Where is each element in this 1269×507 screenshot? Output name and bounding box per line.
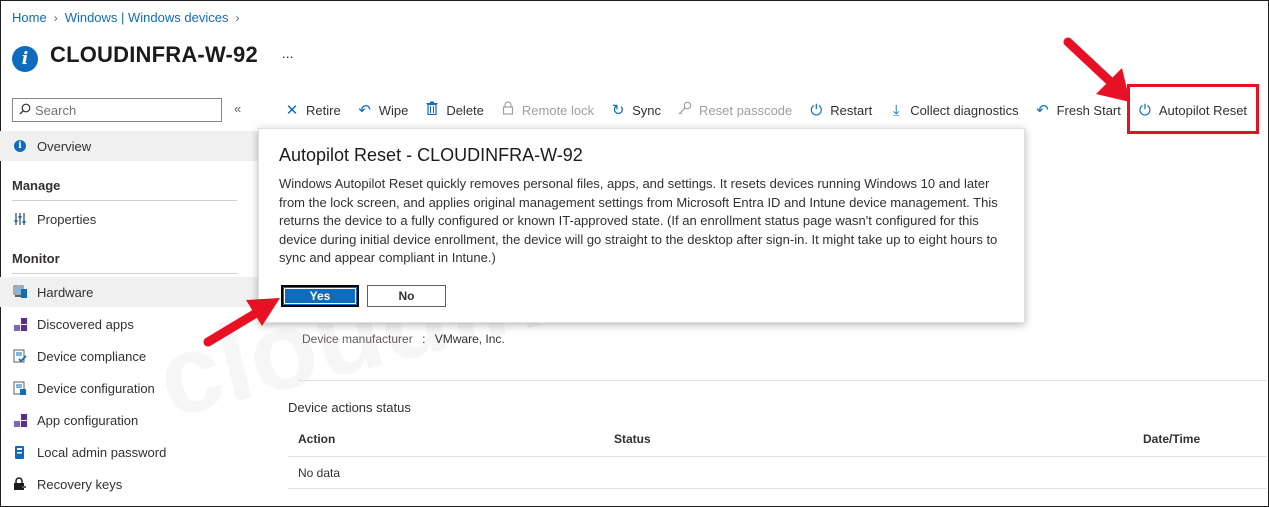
fresh-start-button[interactable]: ↶ Fresh Start (1035, 101, 1121, 119)
chevron-right-icon: › (235, 10, 240, 25)
properties-icon (12, 211, 28, 227)
breadcrumb-windows-devices[interactable]: Windows | Windows devices (65, 10, 229, 25)
undo-icon: ↶ (1036, 102, 1049, 119)
lock-icon (500, 101, 516, 119)
breadcrumb: Home › Windows | Windows devices › (12, 10, 246, 25)
hardware-icon (12, 284, 28, 300)
sidebar-item-overview[interactable]: i Overview (0, 131, 258, 161)
sidebar-item-label: App configuration (37, 412, 139, 428)
compliance-icon (12, 348, 28, 364)
download-icon: ⤓ (892, 101, 900, 119)
restart-button[interactable]: ⏻ Restart (808, 102, 872, 119)
password-icon (12, 444, 28, 460)
sidebar-item-properties[interactable]: Properties (0, 204, 258, 234)
device-manufacturer-row: Device manufacturer : VMware, Inc. (302, 332, 505, 346)
sidebar-item-label: Overview (37, 138, 92, 154)
sidebar-item-discovered-apps[interactable]: Discovered apps (0, 309, 258, 339)
divider (298, 380, 1266, 381)
page-title: CLOUDINFRA-W-92 (50, 42, 258, 67)
title-row: i CLOUDINFRA-W-92 ... (12, 38, 294, 72)
sync-button[interactable]: ↻ Sync (610, 101, 661, 119)
column-header-action[interactable]: Action (298, 432, 335, 446)
delete-label: Delete (446, 102, 484, 118)
key-icon (677, 101, 693, 119)
restart-label: Restart (830, 102, 873, 118)
configuration-icon (12, 380, 28, 396)
no-data-text: No data (298, 466, 341, 480)
undo-icon: ↶ (358, 102, 371, 119)
sync-icon: ↻ (611, 102, 625, 119)
apps-icon (12, 316, 28, 332)
section-manage: Manage (12, 178, 61, 193)
divider (12, 273, 237, 274)
search-icon (19, 103, 31, 118)
no-button[interactable]: No (367, 285, 446, 307)
command-bar: ✕ Retire ↶ Wipe Delete Remote lock ↻ Syn… (284, 96, 1263, 124)
collect-diagnostics-label: Collect diagnostics (910, 102, 1019, 118)
app-config-icon (12, 412, 28, 428)
sidebar-item-label: Device compliance (37, 348, 147, 364)
wipe-button[interactable]: ↶ Wipe (357, 101, 409, 119)
device-manufacturer-value: VMware, Inc. (434, 332, 505, 346)
retire-label: Retire (306, 102, 341, 118)
sidebar-item-label: Recovery keys (37, 476, 123, 492)
yes-button[interactable]: Yes (281, 285, 359, 307)
sync-label: Sync (632, 102, 662, 118)
sidebar-item-local-admin-password[interactable]: Local admin password (0, 437, 258, 467)
sidebar-item-label: Discovered apps (37, 316, 134, 332)
divider (288, 456, 1266, 457)
remote-lock-button[interactable]: Remote lock (500, 101, 594, 119)
device-manufacturer-label: Device manufacturer (302, 332, 413, 346)
collapse-sidebar-button[interactable]: « (234, 101, 241, 116)
device-actions-status-heading: Device actions status (288, 400, 411, 415)
separator: : (422, 332, 426, 346)
column-header-datetime[interactable]: Date/Time (1143, 432, 1200, 446)
trash-icon (424, 101, 440, 119)
delete-button[interactable]: Delete (424, 101, 484, 119)
lock-icon (12, 476, 28, 492)
sidebar-item-device-compliance[interactable]: Device compliance (0, 341, 258, 371)
chevron-right-icon: › (53, 10, 58, 25)
search-input[interactable] (35, 102, 205, 118)
section-monitor: Monitor (12, 251, 60, 266)
close-icon: ✕ (285, 102, 299, 119)
sidebar-item-label: Properties (37, 211, 97, 227)
sidebar-item-device-configuration[interactable]: Device configuration (0, 373, 258, 403)
sidebar-item-hardware[interactable]: Hardware (0, 277, 258, 307)
autopilot-reset-dialog: Autopilot Reset - CLOUDINFRA-W-92 Window… (258, 128, 1025, 323)
remote-lock-label: Remote lock (521, 102, 595, 118)
sidebar-item-recovery-keys[interactable]: Recovery keys (0, 469, 258, 499)
highlight-box (1127, 84, 1259, 134)
dialog-title: Autopilot Reset - CLOUDINFRA-W-92 (279, 145, 583, 165)
divider (288, 488, 1266, 489)
sidebar-item-label: Local admin password (37, 444, 167, 460)
column-header-status[interactable]: Status (614, 432, 651, 446)
wipe-label: Wipe (378, 102, 409, 118)
info-icon: i (12, 46, 38, 72)
sidebar-item-label: Hardware (37, 284, 94, 300)
reset-passcode-button[interactable]: Reset passcode (677, 101, 792, 119)
sidebar-item-label: Device configuration (37, 380, 155, 396)
more-options-button[interactable]: ... (282, 45, 294, 61)
fresh-start-label: Fresh Start (1056, 102, 1121, 118)
info-icon: i (12, 138, 28, 154)
sidebar-item-app-configuration[interactable]: App configuration (0, 405, 258, 435)
dialog-message: Windows Autopilot Reset quickly removes … (279, 176, 998, 265)
breadcrumb-home[interactable]: Home (12, 10, 47, 25)
search-box[interactable] (12, 98, 222, 122)
collect-diagnostics-button[interactable]: ⤓ Collect diagnostics (888, 101, 1019, 119)
retire-button[interactable]: ✕ Retire (284, 101, 341, 119)
reset-passcode-label: Reset passcode (699, 102, 793, 118)
divider (12, 200, 237, 201)
power-icon: ⏻ (810, 101, 823, 119)
